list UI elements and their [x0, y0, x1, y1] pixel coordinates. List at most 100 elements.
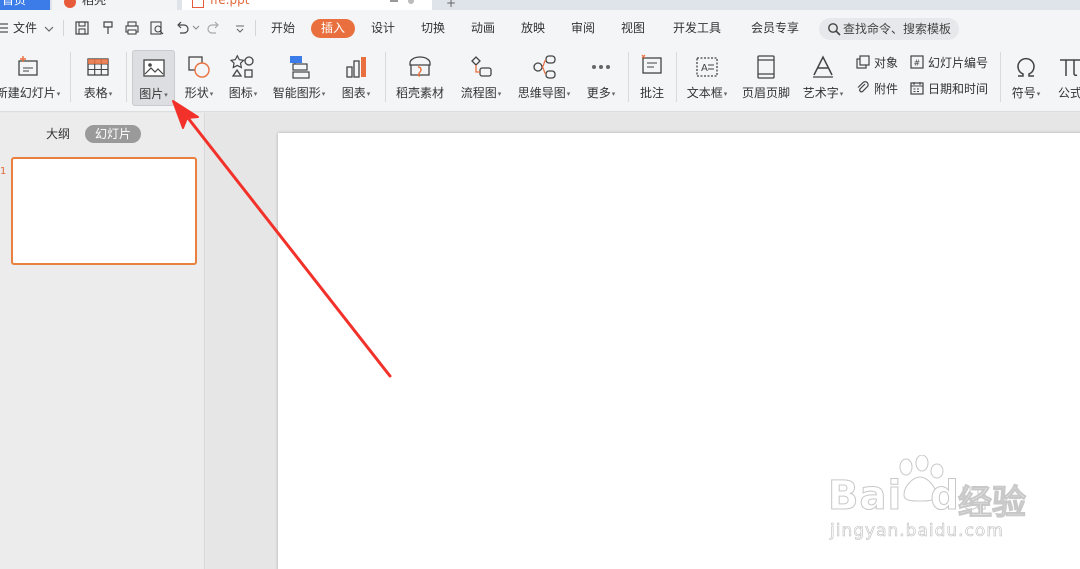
menu-bar: 文件 开始 插入 设计 切换 动画 放映 审阅 视图 开发工具 会员专享 查找命… — [0, 10, 1080, 46]
dropdown-caret-icon[interactable]: ▾ — [367, 90, 371, 98]
tab-view[interactable]: 视图 — [621, 10, 645, 46]
home-tab-label: 首页 — [2, 0, 27, 7]
customize-quick-access-icon[interactable] — [235, 24, 245, 34]
close-tab-icon[interactable] — [408, 0, 414, 4]
menu-icon[interactable] — [0, 21, 10, 35]
dropdown-caret-icon[interactable]: ▾ — [322, 90, 326, 98]
chevron-down-icon[interactable] — [43, 23, 55, 35]
dropdown-caret-icon[interactable]: ▾ — [724, 90, 728, 98]
symbol-button[interactable]: 符号▾ — [1006, 50, 1046, 106]
svg-text:A: A — [701, 63, 708, 74]
document-tab-label: ffe.ppt — [210, 0, 250, 7]
icon-library-icon — [230, 54, 256, 80]
textbox-label: 文本框 — [686, 86, 723, 100]
new-tab-button[interactable]: + — [446, 0, 456, 9]
divider — [255, 20, 256, 36]
header-footer-button[interactable]: 页眉页脚 — [739, 50, 793, 106]
dropdown-caret-icon[interactable]: ▾ — [109, 90, 113, 98]
icon-label: 图标 — [228, 86, 253, 100]
new-slide-button[interactable]: 新建幻灯片▾ — [0, 50, 66, 106]
daoke-material-icon — [407, 54, 433, 80]
tab-insert[interactable]: 插入 — [311, 19, 355, 38]
more-button[interactable]: 更多▾ — [580, 50, 622, 106]
tab-animation[interactable]: 动画 — [471, 10, 495, 46]
icon-button[interactable]: 图标▾ — [223, 50, 263, 106]
watermark-jingyan: 经验 — [958, 483, 1027, 524]
object-icon — [856, 55, 870, 69]
slide-number-icon: # — [910, 55, 924, 69]
dropdown-caret-icon[interactable]: ▾ — [164, 91, 168, 99]
document-tab[interactable]: ffe.ppt — [182, 0, 432, 10]
dropdown-caret-icon[interactable]: ▾ — [57, 90, 61, 98]
header-footer-icon — [753, 54, 779, 80]
print-icon[interactable] — [125, 21, 139, 35]
chart-button[interactable]: 图表▾ — [336, 50, 376, 106]
wordart-label: 艺术字 — [802, 86, 839, 100]
textbox-button[interactable]: A 文本框▾ — [682, 50, 732, 106]
dropdown-caret-icon[interactable]: ▾ — [567, 90, 571, 98]
file-menu[interactable]: 文件 — [13, 10, 37, 46]
picture-button[interactable]: 图片▾ — [132, 50, 175, 106]
tab-member[interactable]: 会员专享 — [751, 10, 799, 46]
tab-slides[interactable]: 幻灯片 — [85, 125, 141, 143]
wordart-button[interactable]: 艺术字▾ — [798, 50, 848, 106]
omega-symbol-icon — [1013, 54, 1039, 80]
dropdown-caret-icon[interactable]: ▾ — [612, 90, 616, 98]
more-icon — [588, 54, 614, 80]
insert-ribbon: 新建幻灯片▾ 表格▾ 图片▾ 形状▾ 图标▾ 智能图形▾ 图表▾ 稻壳素材 流程… — [0, 46, 1080, 112]
daoke-tab[interactable]: 稻壳 — [52, 0, 177, 10]
tab-slideshow[interactable]: 放映 — [521, 10, 545, 46]
tab-design[interactable]: 设计 — [371, 10, 395, 46]
tab-review[interactable]: 审阅 — [571, 10, 595, 46]
print-preview-icon[interactable] — [150, 21, 164, 35]
date-time-button[interactable]: 日期和时间 — [910, 78, 988, 100]
dropdown-caret-icon[interactable]: ▾ — [498, 90, 502, 98]
calendar-icon — [910, 81, 924, 95]
pi-formula-icon — [1057, 54, 1080, 80]
undo-dropdown-icon[interactable] — [192, 24, 200, 32]
attachment-button[interactable]: 附件 — [856, 78, 898, 100]
format-painter-icon[interactable] — [101, 21, 115, 35]
tab-developer[interactable]: 开发工具 — [673, 10, 721, 46]
window-tab-strip: 首页 稻壳 ffe.ppt + — [0, 0, 1080, 10]
picture-icon — [141, 55, 167, 81]
slide-number-label: 幻灯片编号 — [928, 56, 989, 70]
divider — [676, 52, 677, 102]
slide-thumbnail[interactable] — [11, 157, 197, 265]
save-icon[interactable] — [75, 21, 89, 35]
home-tab[interactable]: 首页 — [0, 0, 50, 10]
object-button[interactable]: 对象 — [856, 52, 898, 74]
tab-outline[interactable]: 大纲 — [46, 125, 70, 143]
smartart-button[interactable]: 智能图形▾ — [268, 50, 330, 106]
ppt-file-icon — [192, 0, 204, 8]
comment-label: 批注 — [639, 86, 664, 100]
slide-number-button[interactable]: # 幻灯片编号 — [910, 52, 988, 74]
command-search[interactable]: 查找命令、搜索模板 — [819, 18, 959, 40]
divider — [385, 52, 386, 102]
date-time-label: 日期和时间 — [928, 82, 989, 96]
slide-navigation-panel: 大纲 幻灯片 1 — [0, 113, 205, 569]
dropdown-caret-icon[interactable]: ▾ — [210, 90, 214, 98]
dropdown-caret-icon[interactable]: ▾ — [1037, 90, 1041, 98]
tab-home[interactable]: 开始 — [271, 10, 295, 46]
flowchart-button[interactable]: 流程图▾ — [455, 50, 507, 106]
formula-button[interactable]: 公式 — [1050, 50, 1080, 106]
search-placeholder: 查找命令、搜索模板 — [843, 22, 952, 36]
undo-icon[interactable] — [175, 21, 189, 35]
mindmap-label: 思维导图 — [517, 86, 566, 100]
tab-transition[interactable]: 切换 — [421, 10, 445, 46]
shape-button[interactable]: 形状▾ — [178, 50, 220, 106]
dropdown-caret-icon[interactable]: ▾ — [840, 90, 844, 98]
picture-label: 图片 — [139, 87, 164, 101]
daoke-tab-label: 稻壳 — [82, 0, 107, 7]
table-button[interactable]: 表格▾ — [78, 50, 118, 106]
shape-icon — [186, 54, 212, 80]
mindmap-button[interactable]: 思维导图▾ — [513, 50, 575, 106]
redo-icon[interactable] — [207, 21, 221, 35]
daoke-material-button[interactable]: 稻壳素材 — [392, 50, 448, 106]
divider — [628, 52, 629, 102]
header-footer-label: 页眉页脚 — [741, 86, 790, 100]
dropdown-caret-icon[interactable]: ▾ — [254, 90, 258, 98]
comment-button[interactable]: 批注 — [634, 50, 670, 106]
pin-icon[interactable] — [390, 0, 398, 2]
